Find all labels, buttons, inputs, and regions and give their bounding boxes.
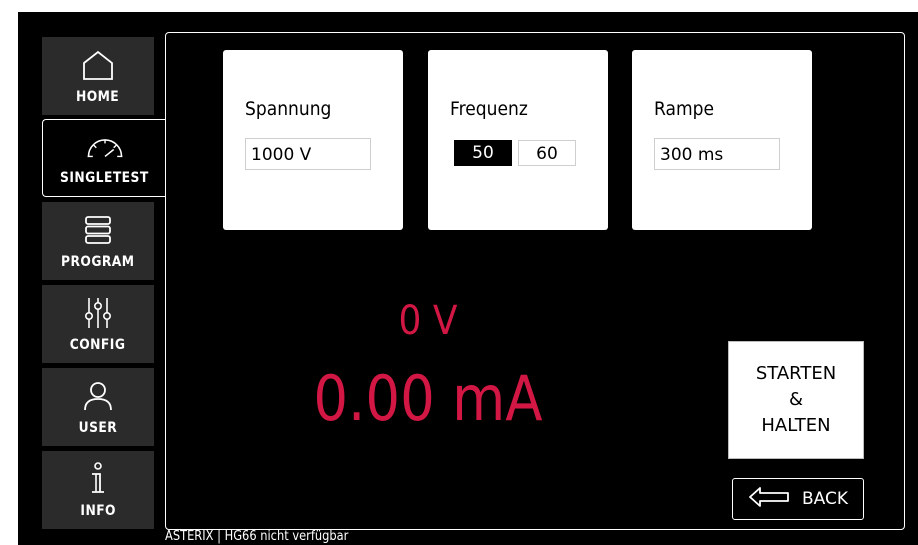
- start-label-line3: HALTEN: [761, 415, 831, 436]
- rampe-title: Rampe: [654, 98, 715, 120]
- nav-user-label: USER: [78, 420, 118, 436]
- start-hold-button[interactable]: STARTEN & HALTEN: [728, 341, 864, 459]
- back-arrow-icon: [748, 486, 790, 513]
- nav-singletest-label: SINGLETEST: [60, 170, 149, 186]
- frequenz-title: Frequenz: [450, 98, 528, 120]
- rampe-input[interactable]: 300 ms: [654, 138, 780, 170]
- nav-program-label: PROGRAM: [61, 254, 135, 270]
- nav-program-button[interactable]: PROGRAM: [42, 202, 154, 280]
- nav-singletest-button[interactable]: SINGLETEST: [42, 119, 166, 197]
- spannung-input[interactable]: 1000 V: [245, 138, 371, 170]
- spannung-card: Spannung 1000 V: [223, 50, 403, 230]
- gauge-icon: [85, 126, 125, 166]
- nav-config-label: CONFIG: [70, 337, 126, 353]
- frequenz-option-50[interactable]: 50: [454, 140, 512, 166]
- home-icon: [78, 45, 118, 85]
- device-screen: HOME SINGLETEST PROGRAM CONFIG USER INFO…: [18, 12, 918, 545]
- info-icon: [78, 459, 118, 499]
- start-label-line2: &: [788, 389, 804, 410]
- nav-home-label: HOME: [76, 89, 120, 105]
- sliders-icon: [78, 293, 118, 333]
- nav-info-button[interactable]: INFO: [42, 451, 154, 529]
- voltage-readout: 0 V: [398, 298, 458, 344]
- current-readout: 0.00 mA: [313, 362, 543, 435]
- nav-user-button[interactable]: USER: [42, 368, 154, 446]
- user-icon: [78, 376, 118, 416]
- back-label: BACK: [801, 489, 848, 509]
- nav-home-button[interactable]: HOME: [42, 37, 154, 115]
- spannung-title: Spannung: [245, 98, 332, 120]
- back-button[interactable]: BACK: [732, 478, 864, 520]
- status-bar-text: ASTERIX | HG66 nicht verfügbar: [165, 529, 349, 544]
- rampe-card: Rampe 300 ms: [632, 50, 812, 230]
- start-label-line1: STARTEN: [755, 363, 837, 384]
- list-icon: [78, 210, 118, 250]
- nav-config-button[interactable]: CONFIG: [42, 285, 154, 363]
- nav-info-label: INFO: [80, 503, 116, 519]
- frequenz-card: Frequenz 50 60: [428, 50, 608, 230]
- frequenz-option-60[interactable]: 60: [518, 140, 576, 166]
